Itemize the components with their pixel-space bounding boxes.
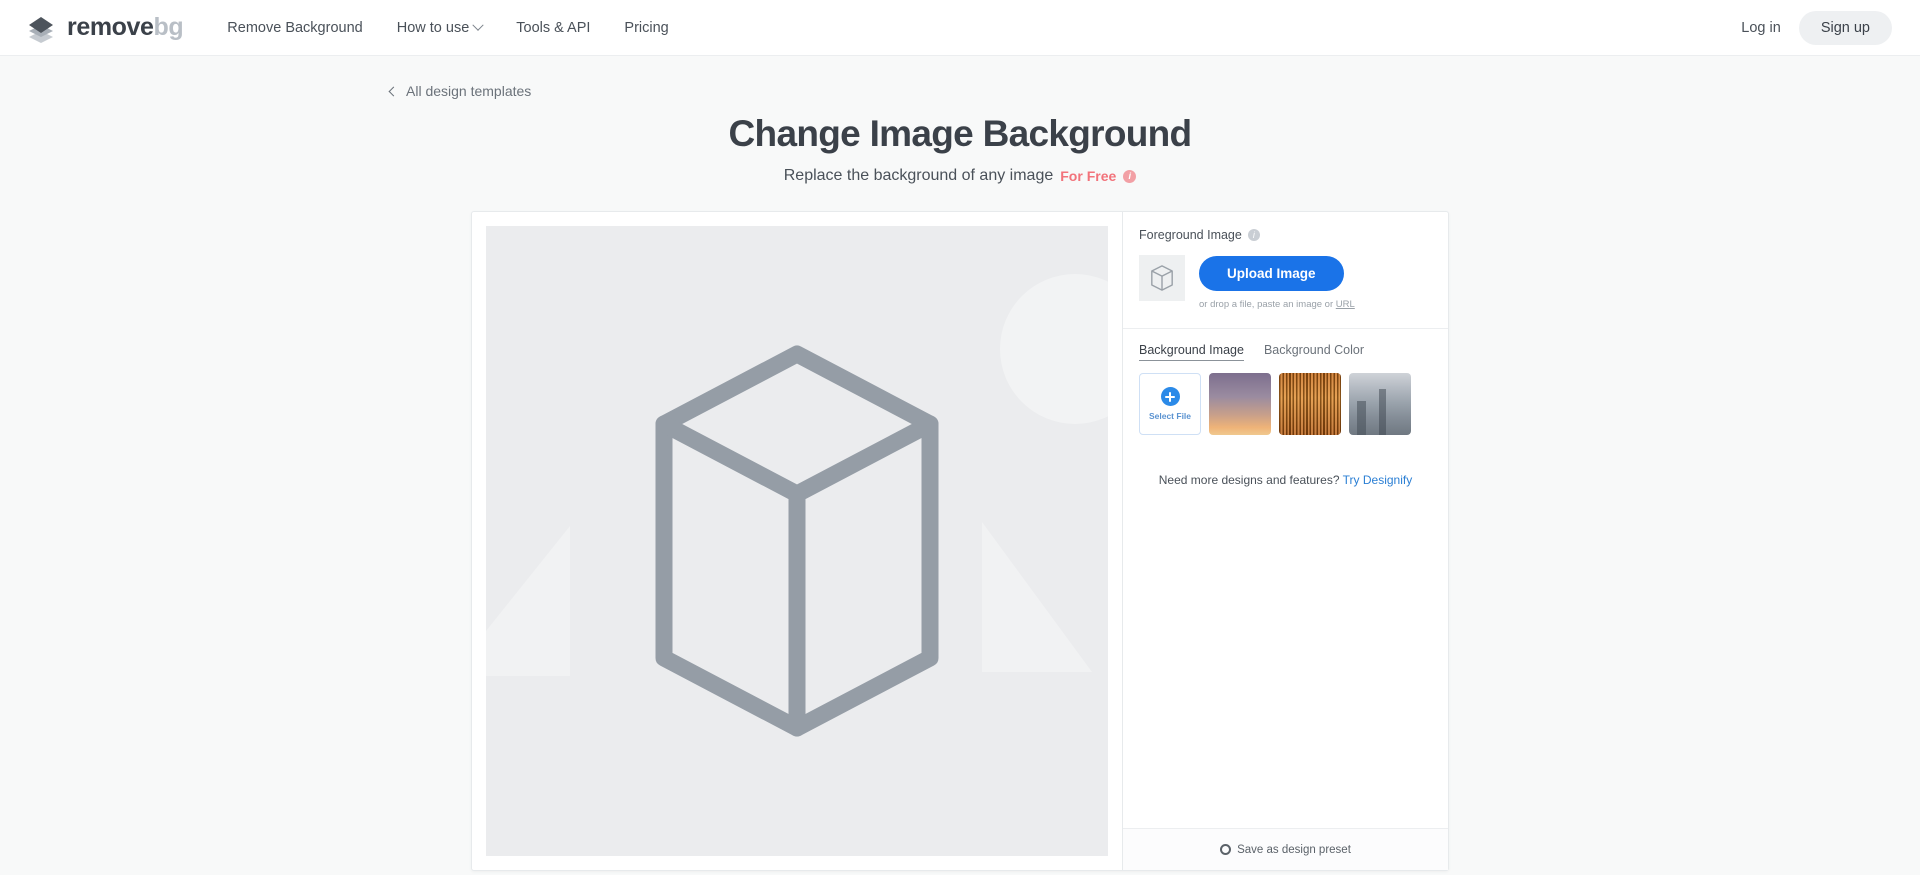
chevron-right-icon — [1431, 390, 1447, 406]
designify-link[interactable]: Try Designify — [1343, 473, 1413, 487]
page-title: Change Image Background — [728, 113, 1193, 154]
page-subtitle-text: Replace the background of any image — [783, 167, 1054, 184]
page-subtitle: Replace the background of any image For … — [0, 167, 1920, 185]
save-preset-icon — [1220, 844, 1232, 855]
nav-label: Tools & API — [516, 19, 591, 36]
nav-item-how-to-use[interactable]: How to use — [396, 19, 484, 36]
chevron-down-icon — [472, 19, 484, 31]
layers-diamond-icon — [29, 16, 53, 43]
main-nav: Remove Background How to use Tools & API… — [227, 19, 669, 36]
decorative-circle — [1000, 274, 1108, 424]
nav-label: Pricing — [624, 19, 669, 36]
carousel-next-button[interactable] — [1426, 385, 1448, 411]
logo[interactable]: removebg — [26, 13, 184, 43]
info-icon[interactable]: i — [1247, 229, 1260, 241]
background-thumb-orange-stripes[interactable] — [1279, 373, 1341, 435]
foreground-label: Foreground Image i — [1139, 228, 1432, 242]
drop-hint-text: or drop a file, paste an image or — [1199, 299, 1336, 310]
nav-label: How to use — [396, 19, 470, 36]
background-thumb-cityscape[interactable] — [1349, 373, 1411, 435]
url-link[interactable]: URL — [1336, 299, 1355, 310]
settings-panel: Foreground Image i Upload Image or drop … — [1122, 212, 1448, 870]
back-link-label: All design templates — [406, 83, 532, 99]
designify-note-text: Need more designs and features? — [1158, 473, 1340, 487]
editor-card: Foreground Image i Upload Image or drop … — [471, 211, 1449, 871]
info-icon[interactable]: i — [1123, 169, 1137, 183]
page-header: All design templates Change Image Backgr… — [0, 56, 1920, 185]
decorative-triangle-right — [982, 522, 1092, 672]
logo-text-secondary: bg — [153, 13, 184, 41]
chevron-left-icon — [388, 86, 399, 96]
free-badge: For Free — [1060, 168, 1117, 184]
background-tabs: Background Image Background Color — [1123, 329, 1448, 361]
plus-icon — [1160, 387, 1180, 406]
select-file-card[interactable]: Select File — [1139, 373, 1201, 435]
foreground-thumbnail[interactable] — [1139, 255, 1185, 301]
hexagonal-prism-icon — [1151, 265, 1173, 291]
tab-background-color[interactable]: Background Color — [1264, 343, 1364, 361]
nav-item-pricing[interactable]: Pricing — [624, 20, 668, 36]
decorative-triangle-left — [486, 526, 570, 676]
hexagonal-prism-placeholder-icon — [655, 345, 939, 737]
breadcrumb-back-link[interactable]: All design templates — [388, 83, 1530, 99]
background-thumbnail-strip: Select File — [1123, 361, 1448, 435]
designify-note: Need more designs and features? Try Desi… — [1123, 435, 1448, 487]
foreground-section: Foreground Image i Upload Image or drop … — [1123, 212, 1448, 328]
upload-image-button[interactable]: Upload Image — [1199, 256, 1344, 291]
select-file-label: Select File — [1148, 411, 1192, 421]
signup-button[interactable]: Sign up — [1798, 10, 1892, 45]
save-design-preset-button[interactable]: Save as design preset — [1123, 828, 1448, 870]
login-link[interactable]: Log in — [1741, 20, 1781, 36]
tab-background-image[interactable]: Background Image — [1139, 343, 1244, 361]
nav-label: Remove Background — [227, 19, 363, 36]
background-thumb-sunset-gradient[interactable] — [1209, 373, 1271, 435]
drop-hint: or drop a file, paste an image or URL — [1199, 299, 1355, 310]
logo-text-primary: remove — [67, 13, 154, 41]
header-actions: Log in Sign up — [1741, 10, 1892, 45]
foreground-label-text: Foreground Image — [1139, 228, 1242, 242]
nav-item-remove-background[interactable]: Remove Background — [227, 20, 362, 36]
site-header: removebg Remove Background How to use To… — [0, 0, 1920, 56]
canvas-pane — [472, 212, 1122, 870]
image-canvas[interactable] — [486, 226, 1108, 856]
save-preset-label: Save as design preset — [1237, 843, 1351, 856]
nav-item-tools-api[interactable]: Tools & API — [516, 20, 590, 36]
panel-spacer — [1123, 487, 1448, 828]
